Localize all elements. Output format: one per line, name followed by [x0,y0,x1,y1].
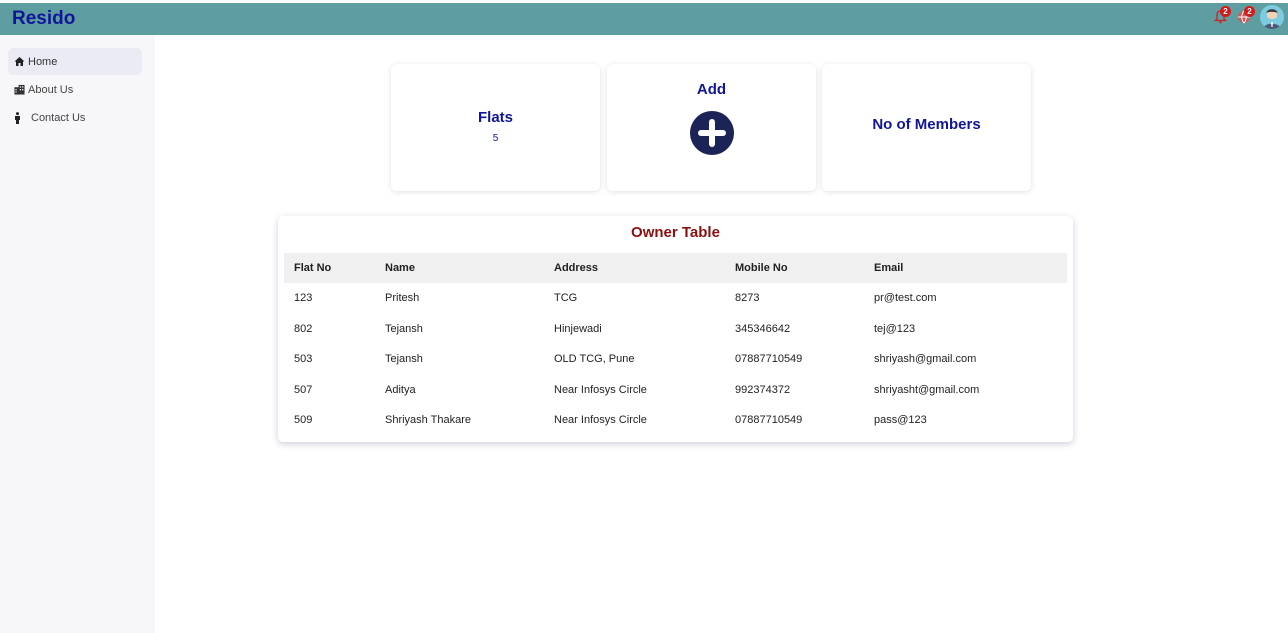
user-avatar-icon [1260,5,1284,29]
table-row[interactable]: 503 Tejansh OLD TCG, Pune 07887710549 sh… [284,344,1067,375]
add-card[interactable]: Add [607,64,816,191]
flats-card[interactable]: Flats 5 [391,64,600,191]
brand-logo[interactable]: Resido [12,8,75,30]
building-icon [14,84,25,95]
cell-email: pr@test.com [874,292,937,305]
flats-count: 5 [492,133,499,144]
column-header-name: Name [385,262,415,274]
cell-flat-no: 123 [294,292,313,305]
cell-address: Near Infosys Circle [554,383,647,396]
header-actions: 2 2 [1212,5,1284,29]
members-card-title: No of Members [872,116,981,133]
owner-table-title: Owner Table [631,224,720,241]
column-header-address: Address [554,262,599,274]
alerts-button[interactable]: 2 [1236,6,1255,25]
user-avatar[interactable] [1260,5,1284,29]
table-row[interactable]: 802 Tejansh Hinjewadi 345346642 tej@123 [284,314,1067,345]
table-row[interactable]: 123 Pritesh TCG 8273 pr@test.com [284,283,1067,314]
cell-address: TCG [554,292,578,305]
cell-address: OLD TCG, Pune [554,353,635,366]
cell-flat-no: 503 [294,353,313,366]
cell-mobile: 345346642 [735,322,791,335]
flats-card-title: Flats [477,109,513,126]
cell-email: shriyasht@gmail.com [874,383,980,396]
cell-mobile: 8273 [735,292,760,305]
cell-mobile: 07887710549 [735,414,803,427]
notification-button[interactable]: 2 [1212,6,1231,25]
table-header-row: Flat No Name Address Mobile No Email [284,253,1067,283]
cell-name: Pritesh [385,292,420,305]
person-icon [14,112,25,124]
owner-table-card: Owner Table Flat No Name Address Mobile … [278,216,1073,442]
notification-badge: 2 [1220,6,1231,17]
plus-circle-icon[interactable] [689,111,734,155]
cell-email: shriyash@gmail.com [874,353,977,366]
cell-name: Aditya [385,383,416,396]
cell-flat-no: 507 [294,383,313,396]
sidebar-item-label: Contact Us [31,111,86,124]
column-header-flat-no: Flat No [294,262,332,274]
cell-name: Shriyash Thakare [385,414,472,427]
table-row[interactable]: 507 Aditya Near Infosys Circle 992374372… [284,375,1067,406]
sidebar-item-about-us[interactable]: About Us [8,76,142,103]
table-row[interactable]: 509 Shriyash Thakare Near Infosys Circle… [284,405,1067,436]
members-card[interactable]: No of Members [822,64,1031,191]
sidebar-item-home[interactable]: Home [8,48,142,75]
cell-name: Tejansh [385,322,423,335]
sidebar-item-contact-us[interactable]: Contact Us [8,104,142,131]
cell-name: Tejansh [385,353,423,366]
sidebar-item-label: About Us [28,83,74,96]
cell-flat-no: 509 [294,414,313,427]
top-navbar: Resido 2 2 [0,3,1288,35]
cell-mobile: 07887710549 [735,353,803,366]
sidebar: Home About Us Contact Us [0,35,155,633]
cell-address: Near Infosys Circle [554,414,647,427]
cell-mobile: 992374372 [735,383,791,396]
column-header-mobile: Mobile No [735,262,788,274]
column-header-email: Email [874,262,904,274]
home-icon [14,56,25,67]
owner-table: Flat No Name Address Mobile No Email 123… [284,253,1067,436]
sidebar-item-label: Home [28,55,58,68]
alerts-badge: 2 [1244,6,1255,17]
cell-email: pass@123 [874,414,927,427]
cell-address: Hinjewadi [554,322,602,335]
cell-email: tej@123 [874,322,916,335]
add-card-title: Add [696,81,727,98]
cell-flat-no: 802 [294,322,313,335]
